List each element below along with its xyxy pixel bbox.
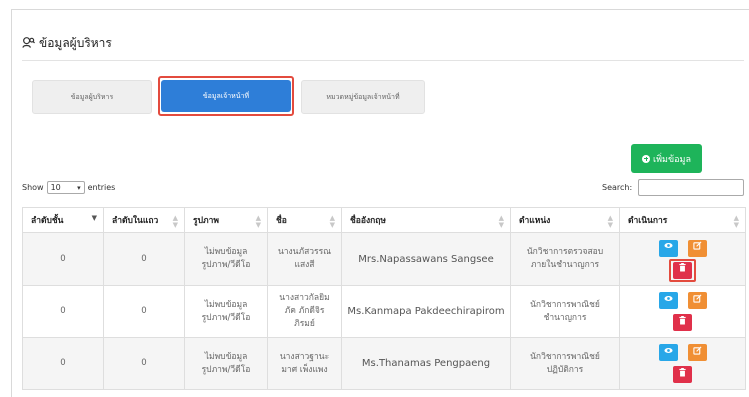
add-data-button[interactable]: เพิ่มข้อมูล (631, 144, 702, 173)
cell-name-en: Ms.Thanamas Pengpaeng (341, 337, 511, 390)
column-header-name-en[interactable]: ชื่ออังกฤษ ▲ ▼ (341, 207, 511, 233)
cell-actions (619, 337, 746, 390)
delete-button[interactable] (673, 314, 692, 331)
header-divider (22, 60, 744, 61)
view-button[interactable] (658, 344, 678, 361)
cell-position: นักวิชาการพาณิชย์ ปฏิบัติการ (510, 337, 620, 390)
table-row: 0 0 ไม่พบข้อมูล รูปภาพ/วีดีโอ นางสาวฐานะม… (22, 337, 746, 390)
add-data-label: เพิ่มข้อมูล (653, 154, 691, 165)
cell-level: 0 (22, 232, 104, 286)
cell-level: 0 (22, 285, 104, 338)
search-input[interactable] (638, 179, 745, 196)
trash-icon (678, 367, 687, 382)
cell-actions (619, 285, 746, 338)
cell-position: นักวิชาการพาณิชย์ ชำนาญการ (510, 285, 620, 338)
tab-executive-info[interactable]: ข้อมูลผู้บริหาร (32, 80, 152, 114)
content-panel: ข้อมูลผู้บริหาร ข้อมูลผู้บริหาร ข้อมูลเจ… (11, 9, 749, 397)
entries-select-value: 10 (50, 183, 61, 192)
column-header-level[interactable]: ลำดับชั้น ▼ (22, 207, 104, 233)
cell-name-en: Mrs.Napassawans Sangsee (341, 232, 511, 286)
edit-button[interactable] (687, 344, 707, 361)
eye-icon (663, 346, 673, 360)
sort-icon: ▲ ▼ (172, 214, 178, 229)
search-label: Search: (602, 183, 633, 192)
view-button[interactable] (658, 292, 678, 309)
column-header-position[interactable]: ตำแหน่ง ▲ ▼ (510, 207, 620, 233)
column-header-actions[interactable]: ดำเนินการ ▲ ▼ (619, 207, 746, 233)
cell-name-en: Ms.Kanmapa Pakdeechirapirom (341, 285, 511, 338)
table-row: 0 0 ไม่พบข้อมูล รูปภาพ/วีดีโอ นางนภัสวรรณ… (22, 232, 746, 286)
sort-icon: ▲ ▼ (607, 214, 613, 229)
column-header-name[interactable]: ชื่อ ▲ ▼ (267, 207, 342, 233)
sort-desc-icon: ▼ (91, 214, 97, 222)
edit-icon (692, 241, 702, 255)
eye-icon (663, 294, 673, 308)
chevron-down-icon: ▾ (77, 183, 81, 192)
show-label: Show (22, 183, 44, 192)
cell-image: ไม่พบข้อมูล รูปภาพ/วีดีโอ (184, 285, 268, 338)
edit-button[interactable] (687, 292, 707, 309)
eye-icon (663, 241, 673, 255)
entries-select[interactable]: 10 ▾ (46, 181, 85, 194)
cell-name: นางสาวฐานะ มาศ เพ็งแพง (267, 337, 342, 390)
cell-name: นางนภัสวรรณ แสงสี (267, 232, 342, 286)
entries-label: entries (87, 183, 116, 192)
page-title: ข้อมูลผู้บริหาร (39, 36, 112, 50)
table-header-row: ลำดับชั้น ▼ ลำดับในแถว ▲ ▼ รูปภาพ ▲ ▼ ชื่อ ▲ ▼ … (22, 207, 746, 233)
plus-circle-icon (642, 154, 651, 163)
cell-name: นางสาวกัลยิม ภัค ภักดีจิร ภิรมย์ (267, 285, 342, 338)
view-button[interactable] (658, 239, 678, 257)
edit-button[interactable] (687, 239, 707, 257)
tab-staff-category[interactable]: หมวดหมู่ข้อมูลเจ้าหน้าที่ (301, 80, 425, 114)
sort-icon: ▲ ▼ (498, 214, 504, 229)
cell-order: 0 (103, 232, 185, 286)
entries-length-control: Show 10 ▾ entries (22, 181, 115, 194)
cell-level: 0 (22, 337, 104, 390)
sort-icon: ▲ ▼ (329, 214, 335, 229)
trash-icon (678, 315, 687, 330)
edit-icon (692, 346, 702, 360)
edit-icon (692, 294, 702, 308)
cell-position: นักวิชาการตรวจสอบ ภายในชำนาญการ (510, 232, 620, 286)
table-row: 0 0 ไม่พบข้อมูล รูปภาพ/วีดีโอ นางสาวกัลยิ… (22, 285, 746, 338)
tab-staff-info[interactable]: ข้อมูลเจ้าหน้าที่ (161, 80, 291, 112)
cell-order: 0 (103, 337, 185, 390)
delete-button-highlight (669, 258, 696, 282)
search-control: Search: (602, 179, 745, 196)
cell-order: 0 (103, 285, 185, 338)
sort-icon: ▲ ▼ (255, 214, 261, 229)
cell-image: ไม่พบข้อมูล รูปภาพ/วีดีโอ (184, 337, 268, 390)
sort-icon: ▲ ▼ (733, 214, 739, 229)
page-header: ข้อมูลผู้บริหาร (22, 34, 112, 53)
column-header-image[interactable]: รูปภาพ ▲ ▼ (184, 207, 268, 233)
column-header-order[interactable]: ลำดับในแถว ▲ ▼ (103, 207, 185, 233)
delete-button[interactable] (673, 366, 692, 383)
cell-actions (619, 232, 746, 286)
staff-table: ลำดับชั้น ▼ ลำดับในแถว ▲ ▼ รูปภาพ ▲ ▼ ชื่อ ▲ ▼ … (22, 207, 746, 390)
cell-image: ไม่พบข้อมูล รูปภาพ/วีดีโอ (184, 232, 268, 286)
people-search-icon (22, 34, 35, 53)
